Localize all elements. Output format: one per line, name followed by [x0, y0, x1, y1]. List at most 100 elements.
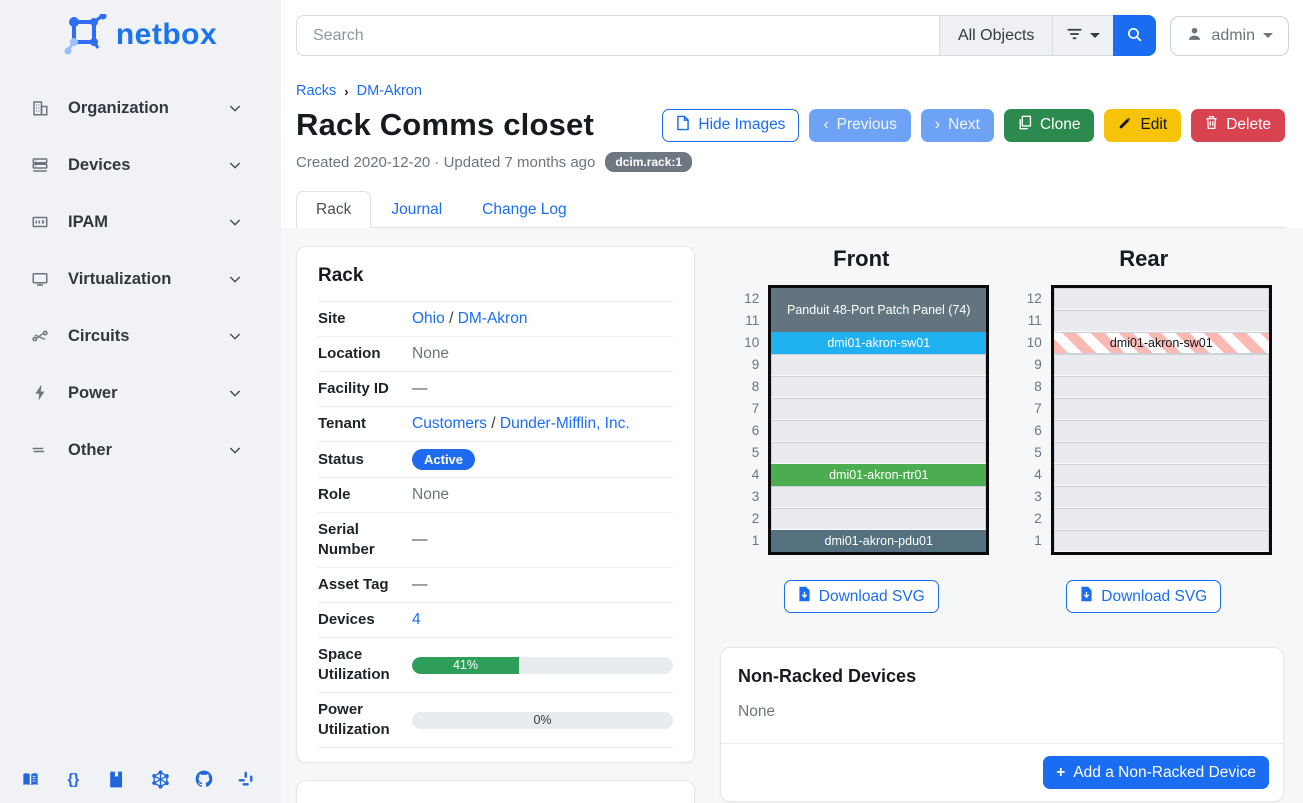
site-link[interactable]: DM-Akron	[458, 310, 528, 327]
sidebar-item-ipam[interactable]: IPAM	[0, 202, 281, 242]
rack-device-rtr01[interactable]: dmi01-akron-rtr01	[771, 464, 986, 486]
rack-slot-empty[interactable]	[771, 486, 986, 508]
power-utilization-label: Power Utilization	[318, 700, 412, 740]
ipam-icon	[30, 212, 50, 232]
site-region-link[interactable]: Ohio	[412, 310, 445, 327]
attr-row-serial-number: Serial Number —	[318, 512, 673, 567]
download-svg-button-front[interactable]: Download SVG	[784, 580, 939, 613]
rack-slot-empty[interactable]	[1054, 464, 1269, 486]
download-file-icon	[798, 586, 811, 607]
rack-slot-empty[interactable]	[1054, 376, 1269, 398]
rack-slot-empty[interactable]	[1054, 420, 1269, 442]
sidebar-item-other[interactable]: Other	[0, 430, 281, 470]
rack-slot-empty[interactable]	[1054, 442, 1269, 464]
rack-slot-empty[interactable]	[1054, 354, 1269, 376]
next-button[interactable]: › Next	[921, 109, 994, 142]
chevron-left-icon: ‹	[823, 116, 828, 134]
rack-slot-empty[interactable]	[1054, 508, 1269, 530]
tab-rack[interactable]: Rack	[296, 191, 371, 228]
sidebar-item-organization[interactable]: Organization	[0, 88, 281, 128]
non-racked-devices-empty: None	[738, 703, 1266, 729]
add-non-racked-device-button[interactable]: + Add a Non-Racked Device	[1043, 756, 1269, 789]
tenant-group-link[interactable]: Customers	[412, 415, 487, 432]
edit-button[interactable]: Edit	[1104, 109, 1181, 142]
docs-icon[interactable]	[20, 769, 40, 789]
rear-rack-diagram: dmi01-akron-sw01	[1051, 285, 1272, 555]
download-svg-button-rear[interactable]: Download SVG	[1066, 580, 1221, 613]
rack-slot-empty[interactable]	[1054, 530, 1269, 552]
breadcrumb-link-dm-akron[interactable]: DM-Akron	[357, 83, 422, 99]
search-input[interactable]	[296, 15, 939, 56]
sidebar-item-virtualization[interactable]: Virtualization	[0, 259, 281, 299]
rack-slot-empty[interactable]	[1054, 486, 1269, 508]
rack-slot-empty[interactable]	[1054, 288, 1269, 310]
caret-down-icon	[1090, 33, 1100, 38]
tab-journal[interactable]: Journal	[371, 191, 462, 228]
delete-button[interactable]: Delete	[1191, 109, 1285, 142]
main-area: All Objects admin Racks › DM-Akron Rack …	[281, 0, 1303, 803]
pencil-icon	[1118, 116, 1132, 135]
rack-slot-empty[interactable]	[771, 442, 986, 464]
object-type-button[interactable]: All Objects	[939, 15, 1052, 56]
sidebar-item-power[interactable]: Power	[0, 373, 281, 413]
rack-slot-empty[interactable]	[1054, 398, 1269, 420]
sidebar-item-circuits[interactable]: Circuits	[0, 316, 281, 356]
api-icon[interactable]: {}	[63, 769, 83, 789]
attr-row-tenant: Tenant Customers / Dunder-Mifflin, Inc.	[318, 406, 673, 441]
search-submit-button[interactable]	[1113, 15, 1156, 56]
hide-images-button[interactable]: Hide Images	[662, 109, 799, 142]
search-icon	[1126, 26, 1143, 46]
site-separator: /	[449, 310, 453, 327]
slack-icon[interactable]	[237, 769, 257, 789]
rack-slot-empty[interactable]	[771, 376, 986, 398]
breadcrumb-link-racks[interactable]: Racks	[296, 83, 336, 99]
attr-row-location: Location None	[318, 336, 673, 371]
clone-button[interactable]: Clone	[1004, 109, 1095, 142]
tenant-link[interactable]: Dunder-Mifflin, Inc.	[500, 415, 630, 432]
filter-button[interactable]	[1052, 15, 1113, 56]
rack-device-sw01-rear[interactable]: dmi01-akron-sw01	[1054, 332, 1269, 354]
non-racked-devices-title: Non-Racked Devices	[738, 666, 1266, 687]
rack-card-title: Rack	[318, 265, 673, 287]
user-menu-button[interactable]: admin	[1170, 16, 1289, 56]
tab-change-log[interactable]: Change Log	[462, 191, 586, 228]
object-id-badge: dcim.rack:1	[605, 152, 692, 172]
rack-slot-empty[interactable]	[771, 354, 986, 376]
rack-device-pdu01[interactable]: dmi01-akron-pdu01	[771, 530, 986, 552]
next-label: Next	[948, 116, 980, 134]
caret-down-icon	[1263, 33, 1273, 38]
filter-icon	[1066, 27, 1083, 44]
rear-title: Rear	[1119, 246, 1168, 272]
chevron-down-icon	[227, 442, 243, 458]
sidebar-item-label: Other	[68, 441, 112, 460]
journal-icon[interactable]	[107, 769, 127, 789]
status-label: Status	[318, 450, 412, 470]
rack-device-patch-panel[interactable]: Panduit 48-Port Patch Panel (74)	[771, 288, 986, 332]
rear-unit-numbers: 121110987654321	[1016, 285, 1042, 555]
hide-images-label: Hide Images	[698, 116, 785, 134]
netbox-wordmark: netbox	[116, 18, 217, 52]
chevron-down-icon	[227, 157, 243, 173]
graphql-icon[interactable]	[150, 769, 170, 789]
rack-slot-empty[interactable]	[1054, 310, 1269, 332]
clone-label: Clone	[1040, 116, 1081, 134]
netbox-logo-icon	[64, 14, 108, 56]
sidebar-item-label: Power	[68, 384, 118, 403]
circuits-icon	[30, 326, 50, 346]
devices-count-link[interactable]: 4	[412, 611, 421, 628]
previous-button[interactable]: ‹ Previous	[809, 109, 910, 142]
rack-slot-empty[interactable]	[771, 420, 986, 442]
sidebar-item-label: IPAM	[68, 213, 108, 232]
front-unit-numbers: 121110987654321	[733, 285, 759, 555]
rack-slot-empty[interactable]	[771, 508, 986, 530]
space-utilization-fill: 41%	[412, 657, 519, 674]
netbox-logo[interactable]: netbox	[0, 0, 281, 66]
rack-slot-empty[interactable]	[771, 398, 986, 420]
sidebar-item-label: Virtualization	[68, 270, 171, 289]
sidebar-item-devices[interactable]: Devices	[0, 145, 281, 185]
power-utilization-value: 0%	[412, 712, 673, 729]
github-icon[interactable]	[194, 769, 214, 789]
rack-device-sw01-front[interactable]: dmi01-akron-sw01	[771, 332, 986, 354]
asset-tag-value: —	[412, 576, 673, 594]
content-area: Rack Site Ohio / DM-Akron Location None …	[281, 228, 1303, 803]
